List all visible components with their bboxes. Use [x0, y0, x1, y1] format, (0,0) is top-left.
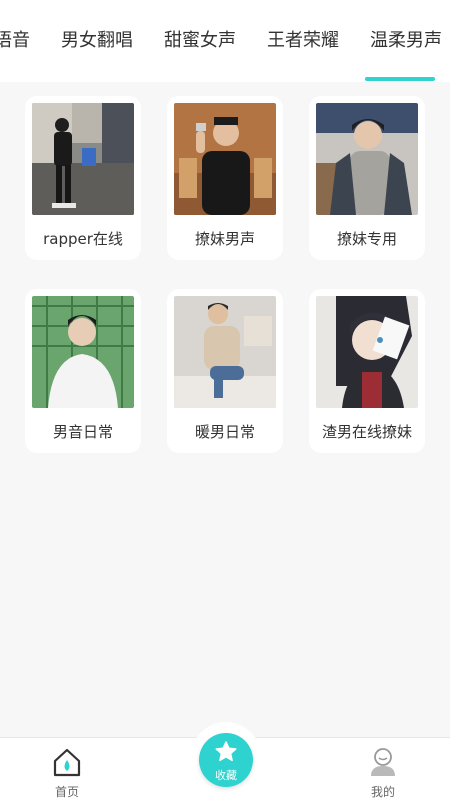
card-photo [32, 296, 134, 408]
tab-sweet-female-voice[interactable]: 甜蜜女声 [164, 27, 236, 55]
nav-home[interactable]: 首页 [22, 738, 112, 800]
active-tab-indicator [365, 77, 435, 81]
voice-card[interactable]: 撩妹专用 [309, 96, 425, 260]
tab-voice[interactable]: 语音 [0, 27, 30, 55]
voice-card[interactable]: 撩妹男声 [167, 96, 283, 260]
card-title: 撩妹专用 [336, 230, 397, 248]
voice-card[interactable]: 暖男日常 [167, 289, 283, 453]
card-photo [174, 103, 276, 215]
nav-mine[interactable]: 我的 [338, 738, 428, 800]
voice-card[interactable]: 渣男在线撩妹 [309, 289, 425, 453]
user-icon [368, 746, 398, 778]
nav-favorites[interactable]: 收藏 [199, 733, 253, 787]
card-title: 渣男在线撩妹 [321, 423, 412, 441]
nav-mine-label: 我的 [370, 785, 395, 799]
card-title: rapper在线 [43, 230, 123, 248]
nav-home-label: 首页 [54, 785, 79, 799]
card-title: 男音日常 [52, 423, 113, 441]
home-icon [52, 746, 82, 778]
tab-list: 语音 男女翻唱 甜蜜女声 王者荣耀 温柔男声 [0, 27, 450, 55]
card-title: 撩妹男声 [194, 230, 255, 248]
tab-gentle-male-voice[interactable]: 温柔男声 [370, 27, 442, 55]
star-icon [214, 740, 238, 764]
voice-card[interactable]: 男音日常 [25, 289, 141, 453]
nav-favorites-label: 收藏 [215, 769, 237, 782]
card-photo [32, 103, 134, 215]
card-photo [316, 103, 418, 215]
category-tab-bar: 语音 男女翻唱 甜蜜女声 王者荣耀 温柔男声 [0, 0, 450, 82]
tab-honor-of-kings[interactable]: 王者荣耀 [267, 27, 339, 55]
voice-card[interactable]: rapper在线 [25, 96, 141, 260]
tab-cover-songs[interactable]: 男女翻唱 [61, 27, 133, 55]
card-photo [316, 296, 418, 408]
card-photo [174, 296, 276, 408]
card-title: 暖男日常 [194, 423, 255, 441]
